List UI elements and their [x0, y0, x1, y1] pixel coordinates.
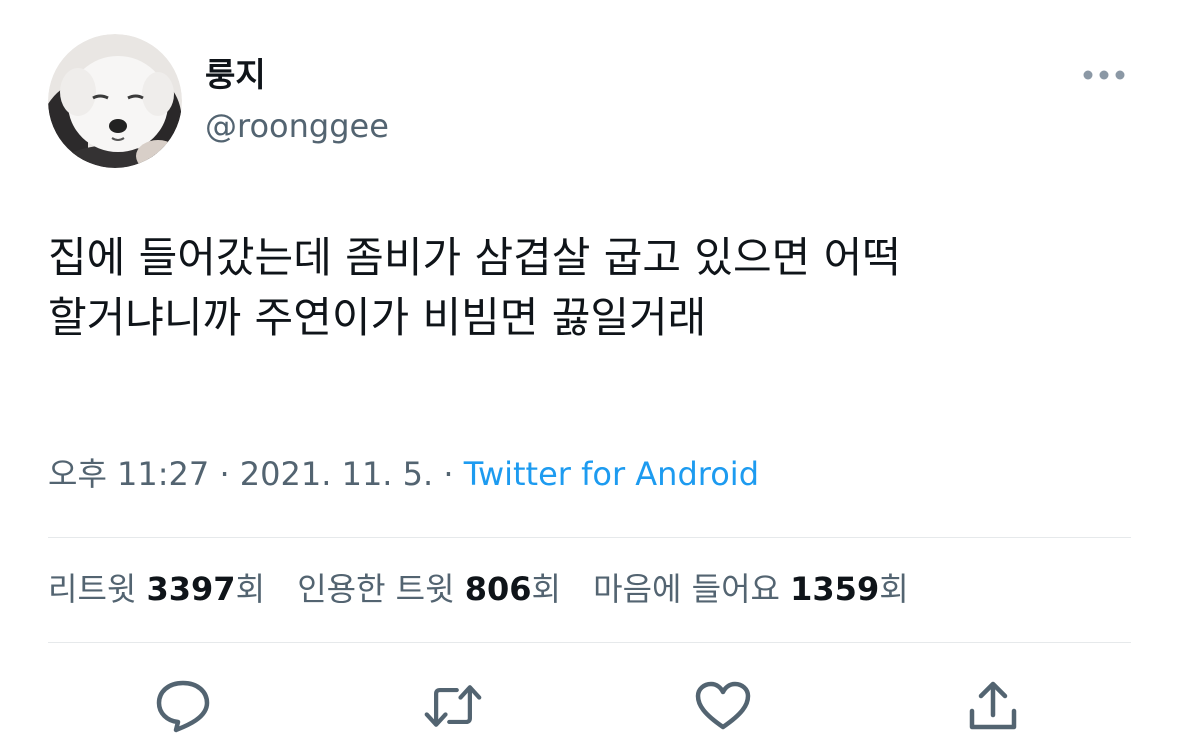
reply-button[interactable] — [153, 676, 213, 736]
likes-stat[interactable]: 마음에 들어요 1359회 — [593, 567, 909, 611]
meta-separator: · — [209, 455, 240, 493]
tweet-stats: 리트윗 3397회 인용한 트윗 806회 마음에 들어요 1359회 — [48, 567, 931, 611]
more-options-button[interactable] — [1080, 60, 1130, 90]
display-name[interactable]: 룽지 — [205, 52, 266, 98]
likes-unit: 회 — [879, 570, 909, 608]
retweets-unit: 회 — [235, 570, 266, 608]
quotes-unit: 회 — [531, 570, 561, 608]
tweet-text: 집에 들어갔는데 좀비가 삼겹살 굽고 있으면 어떡 할거냐니까 주연이가 비빔… — [48, 228, 1138, 348]
share-upload-icon — [969, 681, 1017, 730]
likes-count: 1359 — [790, 570, 880, 608]
reply-bubble-icon — [156, 680, 210, 733]
tweet-date[interactable]: 2021. 11. 5. — [240, 455, 433, 493]
retweets-stat[interactable]: 리트윗 3397회 — [48, 567, 265, 611]
avatar[interactable] — [48, 34, 182, 168]
tweet-text-line: 집에 들어갔는데 좀비가 삼겹살 굽고 있으면 어떡 — [48, 233, 901, 282]
retweets-count: 3397 — [146, 570, 236, 608]
user-handle[interactable]: @roonggee — [205, 104, 389, 148]
divider — [48, 642, 1131, 643]
share-button[interactable] — [963, 676, 1023, 736]
likes-label: 마음에 들어요 — [593, 570, 791, 608]
more-dots-icon — [1083, 70, 1125, 80]
retweet-button[interactable] — [423, 676, 483, 736]
meta-separator: · — [433, 455, 464, 493]
quotes-stat[interactable]: 인용한 트윗 806회 — [297, 567, 561, 611]
retweet-icon — [424, 685, 482, 727]
tweet-meta: 오후 11:27 · 2021. 11. 5. · Twitter for An… — [48, 452, 759, 496]
avatar-dog-image — [48, 34, 182, 168]
like-button[interactable] — [693, 676, 753, 736]
heart-icon — [695, 681, 751, 730]
tweet-text-line: 할거냐니까 주연이가 비빔면 끓일거래 — [48, 293, 707, 342]
quotes-count: 806 — [464, 570, 532, 608]
retweets-label: 리트윗 — [48, 570, 147, 608]
divider — [48, 537, 1131, 538]
tweet-time[interactable]: 오후 11:27 — [48, 455, 209, 493]
quotes-label: 인용한 트윗 — [297, 570, 465, 608]
tweet-source-link[interactable]: Twitter for Android — [464, 455, 759, 493]
